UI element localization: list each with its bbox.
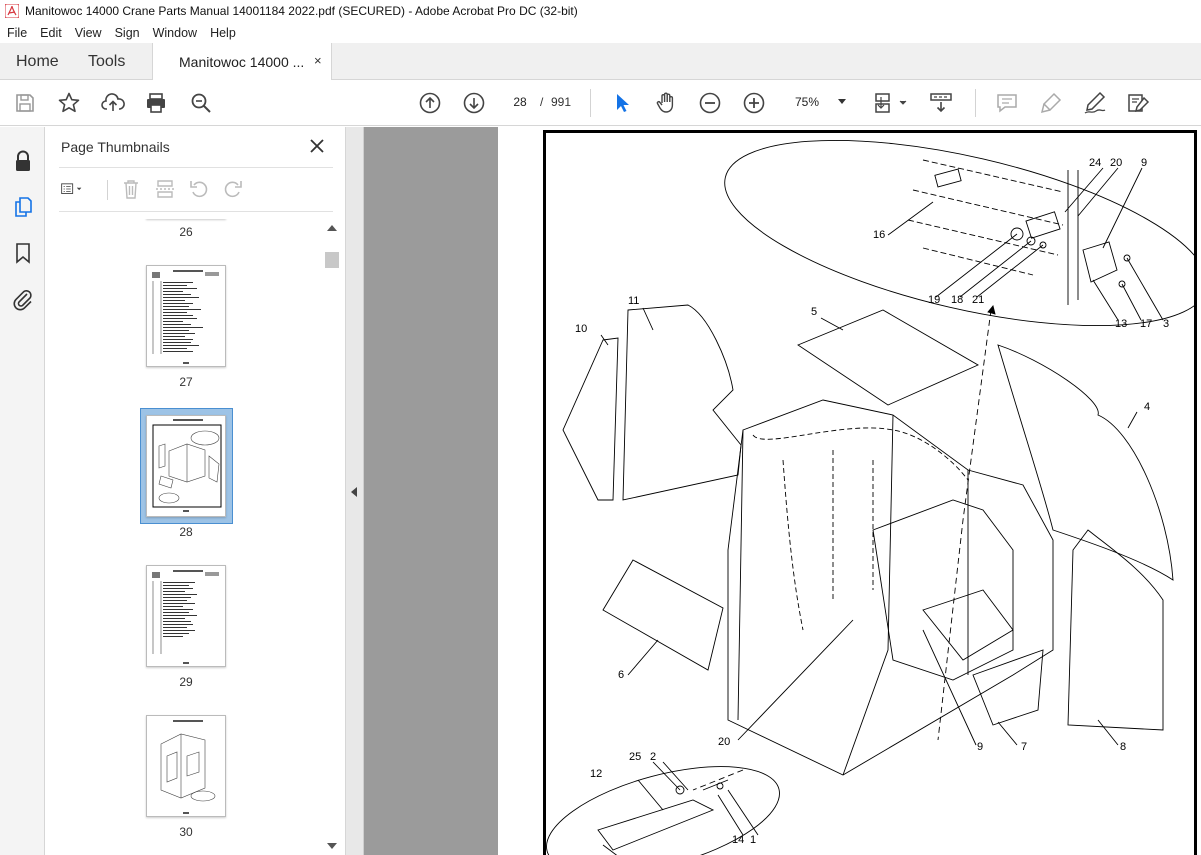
menu-sign[interactable]: Sign [108,26,146,40]
callout-label: 10 [575,323,587,335]
thumbnail-page-number: 28 [179,525,193,539]
menu-bar: File Edit View Sign Window Help [0,22,1201,43]
tab-tools[interactable]: Tools [88,53,125,71]
lock-icon[interactable] [11,149,35,173]
thumbnail-scrollbar[interactable] [323,219,339,855]
scroll-mode-icon[interactable] [929,91,953,115]
menu-edit[interactable]: Edit [33,26,68,40]
extract-pages-icon[interactable] [154,178,176,200]
main-toolbar [0,80,1201,126]
save-icon[interactable] [13,91,37,115]
thumbnails-panel: Page Thumbnails 26 27 28 29 30 [45,127,346,855]
star-icon[interactable] [57,91,81,115]
bookmark-icon[interactable] [11,241,35,265]
tab-close-button[interactable]: × [314,53,322,68]
callout-label: 20 [1110,157,1122,169]
comment-icon[interactable] [995,91,1019,115]
callout-label: 20 [718,736,730,748]
callout-label: 13 [1115,318,1127,330]
callout-label: 9 [1141,157,1147,169]
hand-icon[interactable] [654,91,678,115]
menu-help[interactable]: Help [203,26,242,40]
collapse-arrow-icon[interactable] [351,487,357,497]
callout-label: 21 [972,294,984,306]
callout-label: 14 [732,834,744,846]
panel-title: Page Thumbnails [61,139,170,155]
page-number-input[interactable]: 28 [506,90,534,114]
callout-label: 19 [928,294,940,306]
thumbnail-page-selected[interactable] [146,415,226,517]
callout-label: 16 [873,229,885,241]
minus-circle-icon[interactable] [698,91,722,115]
zoom-search-icon[interactable] [189,91,213,115]
menu-file[interactable]: File [0,26,33,40]
arrow-down-circle-icon[interactable] [462,91,486,115]
menu-view[interactable]: View [68,26,108,40]
tab-home[interactable]: Home [16,53,59,71]
rotate-left-icon[interactable] [188,178,210,200]
thumbnail-page-number: 30 [179,825,193,839]
delete-icon[interactable] [120,178,142,200]
callout-label: 5 [811,306,817,318]
callout-label: 18 [951,294,963,306]
plus-circle-icon[interactable] [742,91,766,115]
callout-label: 7 [1021,741,1027,753]
pointer-icon[interactable] [610,91,634,115]
thumbnail-page[interactable] [146,565,226,667]
chevron-down-icon[interactable] [838,99,846,104]
zoom-dropdown[interactable]: 75% [795,95,819,109]
arrow-up-circle-icon[interactable] [418,91,442,115]
callout-label: 17 [1140,318,1152,330]
scroll-up-arrow-icon[interactable] [327,225,337,231]
tab-bar: Home Tools Manitowoc 14000 ... × [0,43,1201,80]
thumbnail-page[interactable] [146,265,226,367]
tab-document[interactable]: Manitowoc 14000 ... × [152,43,332,80]
acrobat-logo-icon [5,4,19,18]
callout-label: 2 [650,751,656,763]
page-total: 991 [551,95,572,109]
edit-icon[interactable] [1126,91,1150,115]
scroll-thumb[interactable] [325,252,339,268]
page-separator: / [540,95,544,109]
scroll-down-arrow-icon[interactable] [327,843,337,849]
callout-label: 11 [628,295,639,307]
highlighter-icon[interactable] [1039,91,1063,115]
callout-label: 3 [1163,318,1169,330]
attachment-icon[interactable] [11,287,35,311]
menu-window[interactable]: Window [146,26,203,40]
exploded-view-drawing: 24 20 9 16 19 18 21 13 17 3 11 5 10 4 6 … [546,139,1197,855]
callout-label: 12 [590,768,602,780]
thumbnail-page-number: 29 [179,675,193,689]
print-icon[interactable] [144,91,168,115]
title-bar: Manitowoc 14000 Crane Parts Manual 14001… [0,0,1201,22]
callout-label: 6 [618,669,624,681]
upload-icon[interactable] [101,91,125,115]
callout-label: 24 [1089,157,1101,169]
thumbnail-page[interactable] [146,715,226,817]
callout-label: 25 [629,751,641,763]
window-title: Manitowoc 14000 Crane Parts Manual 14001… [25,4,578,18]
thumbnail-page-number: 27 [179,375,193,389]
left-rail [0,127,45,855]
callout-label: 4 [1144,401,1150,413]
close-icon[interactable] [308,137,326,155]
thumbnail-list[interactable]: 26 27 28 29 30 [45,219,323,855]
rotate-right-icon[interactable] [222,178,244,200]
callout-label: 8 [1120,741,1126,753]
page-fit-icon[interactable] [873,91,909,115]
page-thumbnails-icon[interactable] [11,195,35,219]
thumbnail-page-number: 26 [179,225,193,239]
thumbnail-options-icon[interactable] [61,178,95,200]
tab-document-label: Manitowoc 14000 ... [179,54,305,70]
sign-icon[interactable] [1083,91,1107,115]
callout-label: 9 [977,741,983,753]
callout-label: 1 [750,834,756,846]
